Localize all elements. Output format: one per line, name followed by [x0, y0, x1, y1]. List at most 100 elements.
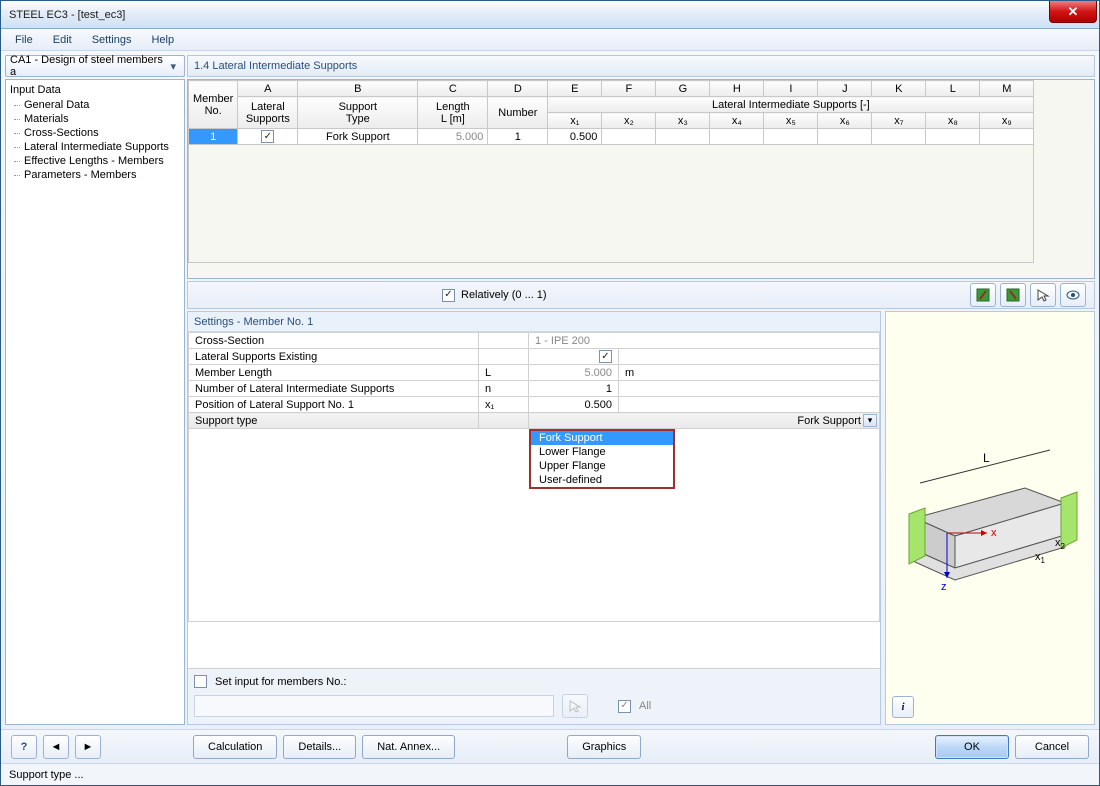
cell-empty[interactable] — [872, 129, 926, 145]
col-letter[interactable]: H — [710, 81, 764, 97]
col-x7[interactable]: x₇ — [872, 113, 926, 129]
support-type-dropdown[interactable]: Fork Support ▾ — [529, 413, 880, 429]
table-row[interactable]: 1 ✓ Fork Support 5.000 1 0.500 — [189, 129, 1034, 145]
prop-num-lis[interactable]: Number of Lateral Intermediate Supports … — [189, 381, 880, 397]
col-support-type[interactable]: SupportType — [298, 97, 418, 129]
pick-member-button[interactable] — [562, 694, 588, 718]
set-input-field[interactable] — [194, 695, 554, 717]
export-excel-button[interactable] — [970, 283, 996, 307]
settings-panel: Settings - Member No. 1 Cross-Section 1 … — [187, 311, 881, 725]
case-combo[interactable]: CA1 - Design of steel members a ▾ — [5, 55, 185, 77]
col-letter[interactable]: F — [602, 81, 656, 97]
menu-settings[interactable]: Settings — [84, 32, 140, 48]
input-tree[interactable]: Input Data General Data Materials Cross-… — [5, 79, 185, 725]
info-button[interactable]: i — [892, 696, 914, 718]
checkbox-icon[interactable]: ✓ — [599, 350, 612, 363]
app-window: STEEL EC3 - [test_ec3] ✕ File Edit Setti… — [0, 0, 1100, 786]
col-x6[interactable]: x₆ — [818, 113, 872, 129]
col-letter[interactable]: C — [418, 81, 488, 97]
cell-empty[interactable] — [926, 129, 980, 145]
col-letter[interactable]: B — [298, 81, 418, 97]
set-input-checkbox[interactable] — [194, 675, 207, 688]
col-member-no[interactable]: MemberNo. — [189, 81, 238, 129]
cell-length[interactable]: 5.000 — [418, 129, 488, 145]
relatively-label: Relatively (0 ... 1) — [461, 289, 547, 301]
chevron-down-icon: ▾ — [863, 414, 877, 427]
menu-edit[interactable]: Edit — [45, 32, 80, 48]
tree-item-general-data[interactable]: General Data — [10, 98, 180, 112]
cell-x1[interactable]: 0.500 — [548, 129, 602, 145]
next-button[interactable]: ► — [75, 735, 101, 759]
close-button[interactable]: ✕ — [1049, 1, 1097, 23]
prop-pos-1[interactable]: Position of Lateral Support No. 1 x₁ 0.5… — [189, 397, 880, 413]
col-lateral-group[interactable]: Lateral Intermediate Supports [-] — [548, 97, 1034, 113]
tree-item-effective-lengths[interactable]: Effective Lengths - Members — [10, 154, 180, 168]
cell-empty[interactable] — [656, 129, 710, 145]
prev-button[interactable]: ◄ — [43, 735, 69, 759]
help-button[interactable]: ? — [11, 735, 37, 759]
menu-file[interactable]: File — [7, 32, 41, 48]
ok-button[interactable]: OK — [935, 735, 1009, 759]
col-letter[interactable]: I — [764, 81, 818, 97]
prop-cross-section[interactable]: Cross-Section 1 - IPE 200 — [189, 333, 880, 349]
tree-item-lateral-supports[interactable]: Lateral Intermediate Supports — [10, 140, 180, 154]
import-excel-button[interactable] — [1000, 283, 1026, 307]
calculation-button[interactable]: Calculation — [193, 735, 277, 759]
chevron-down-icon: ▾ — [166, 60, 180, 73]
svg-text:z: z — [941, 581, 947, 593]
dropdown-option[interactable]: Lower Flange — [531, 445, 673, 459]
dropdown-option[interactable]: User-defined — [531, 473, 673, 487]
relatively-bar: ✓ Relatively (0 ... 1) — [187, 281, 1095, 309]
details-button[interactable]: Details... — [283, 735, 356, 759]
cell-lateral-checkbox[interactable]: ✓ — [238, 129, 298, 145]
relatively-checkbox[interactable]: ✓ — [442, 289, 455, 302]
top-grid[interactable]: MemberNo. A B C D E F G H I J K L M — [187, 79, 1095, 279]
col-length[interactable]: LengthL [m] — [418, 97, 488, 129]
tree-item-parameters-members[interactable]: Parameters - Members — [10, 168, 180, 182]
tree-root[interactable]: Input Data — [10, 82, 180, 98]
view-button[interactable] — [1060, 283, 1086, 307]
col-x4[interactable]: x₄ — [710, 113, 764, 129]
col-x9[interactable]: x₉ — [980, 113, 1034, 129]
tree-item-cross-sections[interactable]: Cross-Sections — [10, 126, 180, 140]
col-letter[interactable]: K — [872, 81, 926, 97]
cell-empty[interactable] — [764, 129, 818, 145]
col-letter[interactable]: M — [980, 81, 1034, 97]
cell-empty[interactable] — [818, 129, 872, 145]
col-letter[interactable]: G — [656, 81, 710, 97]
lower-split: Settings - Member No. 1 Cross-Section 1 … — [187, 311, 1095, 725]
col-x2[interactable]: x₂ — [602, 113, 656, 129]
col-x1[interactable]: x₁ — [548, 113, 602, 129]
cell-empty[interactable] — [980, 129, 1034, 145]
graphics-button[interactable]: Graphics — [567, 735, 641, 759]
dropdown-option[interactable]: Fork Support — [531, 431, 673, 445]
cell-empty[interactable] — [602, 129, 656, 145]
cell-number[interactable]: 1 — [488, 129, 548, 145]
pick-button[interactable] — [1030, 283, 1056, 307]
col-letter[interactable]: E — [548, 81, 602, 97]
prop-lateral-existing[interactable]: Lateral Supports Existing ✓ — [189, 349, 880, 365]
dropdown-option[interactable]: Upper Flange — [531, 459, 673, 473]
checkbox-icon: ✓ — [261, 130, 274, 143]
col-x5[interactable]: x₅ — [764, 113, 818, 129]
col-letter[interactable]: D — [488, 81, 548, 97]
cancel-button[interactable]: Cancel — [1015, 735, 1089, 759]
menu-help[interactable]: Help — [143, 32, 182, 48]
col-lateral-supports[interactable]: LateralSupports — [238, 97, 298, 129]
tree-item-materials[interactable]: Materials — [10, 112, 180, 126]
cell-empty[interactable] — [710, 129, 764, 145]
cell-support-type[interactable]: Fork Support — [298, 129, 418, 145]
all-checkbox[interactable]: ✓ — [618, 700, 631, 713]
col-x8[interactable]: x₈ — [926, 113, 980, 129]
col-letter[interactable]: A — [238, 81, 298, 97]
col-letter[interactable]: L — [926, 81, 980, 97]
cell-member-no[interactable]: 1 — [189, 129, 238, 145]
window-title: STEEL EC3 - [test_ec3] — [9, 9, 125, 21]
col-x3[interactable]: x₃ — [656, 113, 710, 129]
col-number[interactable]: Number — [488, 97, 548, 129]
support-type-popup[interactable]: Fork Support Lower Flange Upper Flange U… — [529, 429, 675, 489]
prop-member-length[interactable]: Member Length L 5.000 m — [189, 365, 880, 381]
nat-annex-button[interactable]: Nat. Annex... — [362, 735, 455, 759]
col-letter[interactable]: J — [818, 81, 872, 97]
prop-support-type[interactable]: Support type Fork Support ▾ — [189, 413, 880, 429]
